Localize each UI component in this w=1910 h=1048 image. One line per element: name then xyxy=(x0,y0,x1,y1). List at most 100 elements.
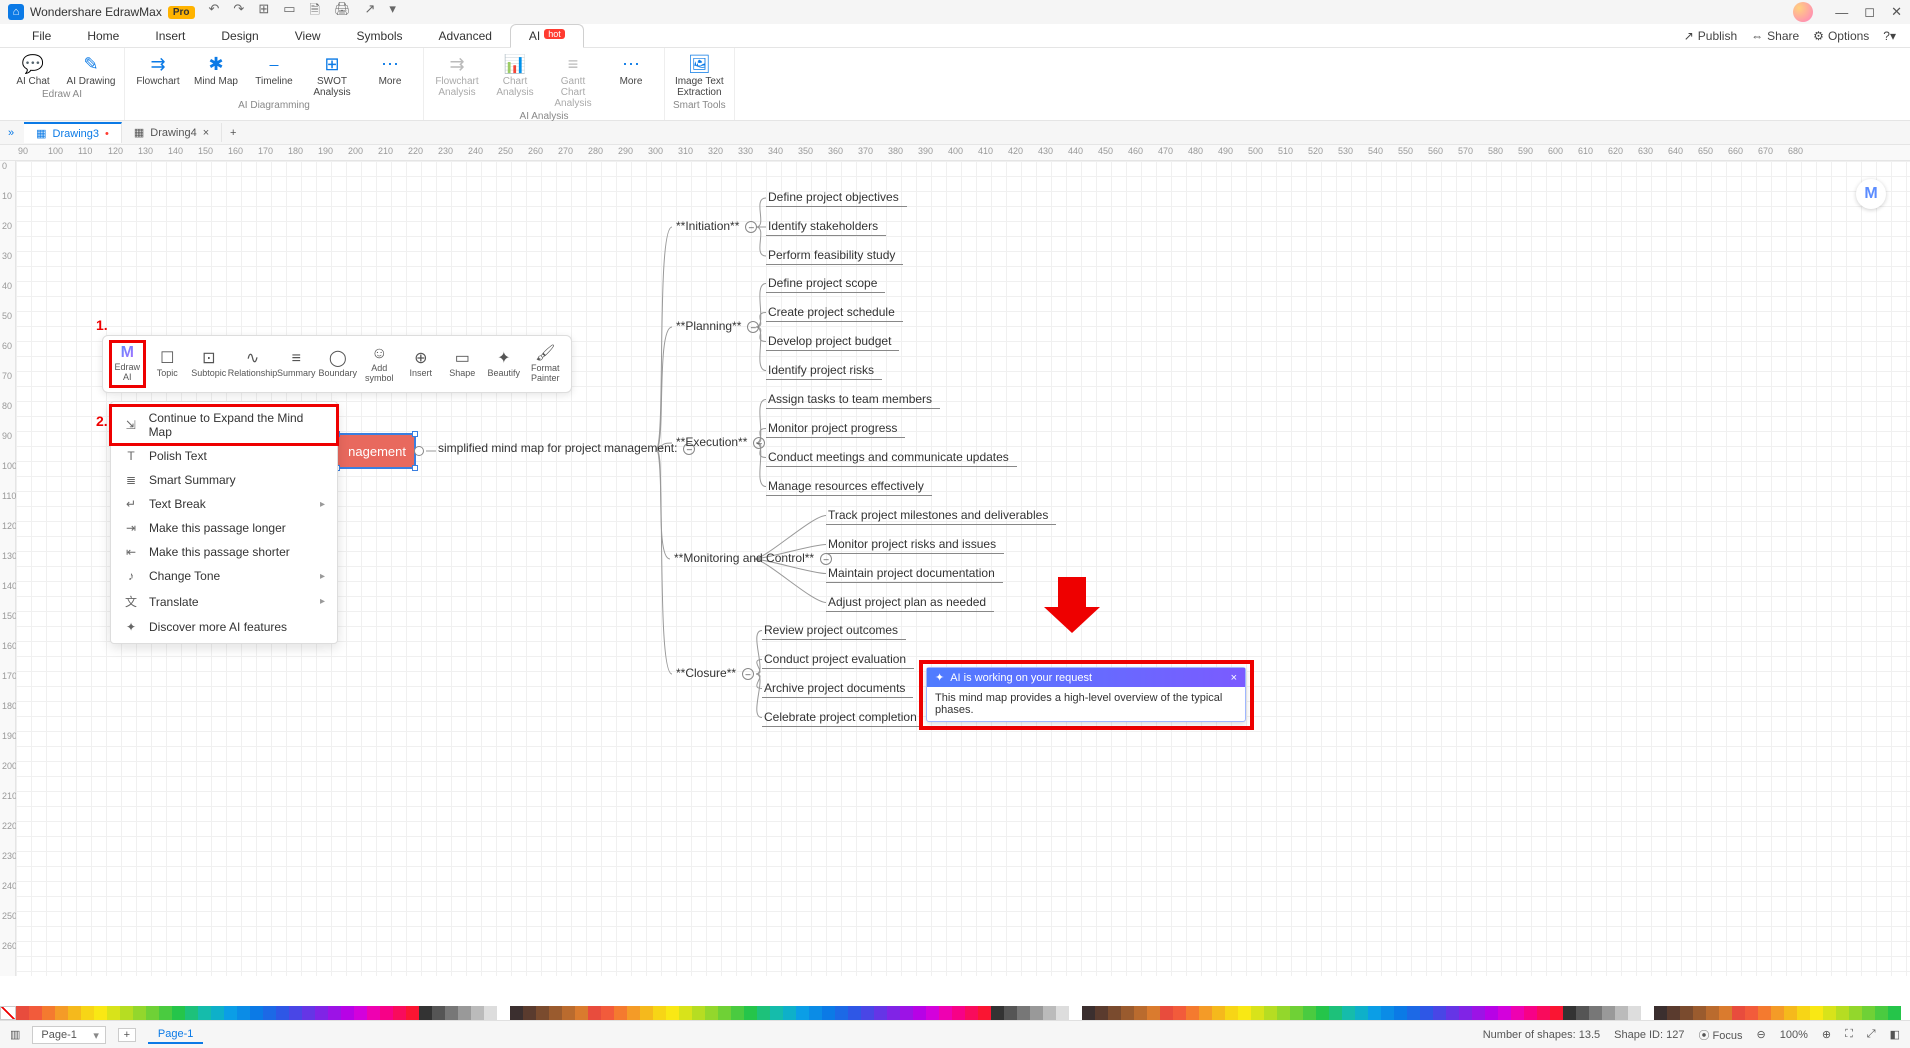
color-swatch[interactable] xyxy=(575,1006,588,1020)
color-swatch[interactable] xyxy=(1303,1006,1316,1020)
color-swatch[interactable] xyxy=(146,1006,159,1020)
color-swatch[interactable] xyxy=(445,1006,458,1020)
page-tab[interactable]: Page-1 xyxy=(148,1026,203,1044)
color-swatch[interactable] xyxy=(653,1006,666,1020)
ai-assistant-button[interactable]: M xyxy=(1856,179,1886,209)
options-button[interactable]: ⚙ Options xyxy=(1813,29,1869,43)
toolbar-beautify[interactable]: ✦Beautify xyxy=(484,349,524,379)
leaf-3-3[interactable]: Adjust project plan as needed xyxy=(828,595,986,609)
user-avatar[interactable] xyxy=(1793,2,1813,22)
ctx-make-longer[interactable]: ⇥Make this passage longer xyxy=(111,516,337,540)
color-swatch[interactable] xyxy=(341,1006,354,1020)
ctx-smart-summary[interactable]: ≣Smart Summary xyxy=(111,468,337,492)
color-swatch[interactable] xyxy=(1784,1006,1797,1020)
zoom-in-icon[interactable]: ⊕ xyxy=(1822,1028,1831,1041)
color-swatch[interactable] xyxy=(328,1006,341,1020)
ribbon-mind-map[interactable]: ✱Mind Map xyxy=(191,52,241,98)
color-swatch[interactable] xyxy=(16,1006,29,1020)
color-swatch[interactable] xyxy=(315,1006,328,1020)
color-swatch[interactable] xyxy=(1680,1006,1693,1020)
color-swatch[interactable] xyxy=(1537,1006,1550,1020)
color-swatch[interactable] xyxy=(471,1006,484,1020)
color-swatch[interactable] xyxy=(1849,1006,1862,1020)
color-swatch[interactable] xyxy=(1628,1006,1641,1020)
color-swatch[interactable] xyxy=(1043,1006,1056,1020)
color-swatch[interactable] xyxy=(367,1006,380,1020)
ribbon-chart-analysis[interactable]: 📊Chart Analysis xyxy=(490,52,540,109)
color-swatch[interactable] xyxy=(354,1006,367,1020)
color-swatch[interactable] xyxy=(81,1006,94,1020)
menu-insert[interactable]: Insert xyxy=(137,25,203,47)
collapse-icon[interactable]: – xyxy=(820,553,832,565)
color-swatch[interactable] xyxy=(887,1006,900,1020)
leaf-0-2[interactable]: Perform feasibility study xyxy=(768,248,895,262)
color-swatch[interactable] xyxy=(1108,1006,1121,1020)
color-swatch[interactable] xyxy=(406,1006,419,1020)
color-swatch[interactable] xyxy=(757,1006,770,1020)
collapse-icon[interactable]: – xyxy=(753,437,765,449)
color-swatch[interactable] xyxy=(1797,1006,1810,1020)
branch-0[interactable]: **Initiation**– xyxy=(676,219,757,233)
color-swatch[interactable] xyxy=(1173,1006,1186,1020)
color-swatch[interactable] xyxy=(835,1006,848,1020)
color-swatch[interactable] xyxy=(1420,1006,1433,1020)
color-swatch[interactable] xyxy=(523,1006,536,1020)
toolbar-edraw-ai[interactable]: MEdraw AI xyxy=(109,340,146,388)
color-swatch[interactable] xyxy=(1693,1006,1706,1020)
color-swatch[interactable] xyxy=(1745,1006,1758,1020)
color-swatch[interactable] xyxy=(1550,1006,1563,1020)
share-button[interactable]: ⇔ Share xyxy=(1751,29,1799,43)
menu-advanced[interactable]: Advanced xyxy=(421,25,510,47)
minimize-icon[interactable]: — xyxy=(1835,5,1848,20)
leaf-4-2[interactable]: Archive project documents xyxy=(764,681,905,695)
color-swatch[interactable] xyxy=(1758,1006,1771,1020)
color-swatch[interactable] xyxy=(120,1006,133,1020)
color-swatch[interactable] xyxy=(588,1006,601,1020)
menu-view[interactable]: View xyxy=(277,25,339,47)
focus-mode-button[interactable]: ⦿ Focus xyxy=(1698,1027,1742,1043)
color-swatch[interactable] xyxy=(1823,1006,1836,1020)
help-icon[interactable]: ?▾ xyxy=(1883,29,1896,43)
leaf-3-1[interactable]: Monitor project risks and issues xyxy=(828,537,996,551)
color-swatch[interactable] xyxy=(1524,1006,1537,1020)
color-swatch[interactable] xyxy=(68,1006,81,1020)
toolbar-insert[interactable]: ⊕Insert xyxy=(401,349,441,379)
export-icon[interactable]: ↗ xyxy=(365,1,376,23)
color-swatch[interactable] xyxy=(393,1006,406,1020)
mindmap-root-node[interactable]: nagement xyxy=(336,433,416,469)
ctx-make-shorter[interactable]: ⇤Make this passage shorter xyxy=(111,540,337,564)
color-swatch[interactable] xyxy=(1342,1006,1355,1020)
leaf-2-3[interactable]: Manage resources effectively xyxy=(768,479,924,493)
color-swatch[interactable] xyxy=(1511,1006,1524,1020)
color-swatch[interactable] xyxy=(718,1006,731,1020)
panels-icon[interactable]: ◧ xyxy=(1890,1028,1900,1041)
redo-icon[interactable]: ↷ xyxy=(233,1,244,23)
color-swatch[interactable] xyxy=(497,1006,510,1020)
color-swatch[interactable] xyxy=(640,1006,653,1020)
leaf-4-3[interactable]: Celebrate project completion xyxy=(764,710,917,724)
color-swatch[interactable] xyxy=(276,1006,289,1020)
ribbon-timeline[interactable]: ⎯Timeline xyxy=(249,52,299,98)
branch-1[interactable]: **Planning**– xyxy=(676,319,759,333)
color-swatch[interactable] xyxy=(861,1006,874,1020)
color-swatch[interactable] xyxy=(458,1006,471,1020)
color-swatch[interactable] xyxy=(692,1006,705,1020)
color-swatch[interactable] xyxy=(107,1006,120,1020)
color-swatch[interactable] xyxy=(263,1006,276,1020)
color-swatch[interactable] xyxy=(627,1006,640,1020)
color-swatch[interactable] xyxy=(822,1006,835,1020)
color-swatch[interactable] xyxy=(55,1006,68,1020)
color-swatch[interactable] xyxy=(1615,1006,1628,1020)
color-swatch[interactable] xyxy=(536,1006,549,1020)
color-swatch[interactable] xyxy=(1602,1006,1615,1020)
collapse-icon[interactable]: – xyxy=(745,221,757,233)
save-icon[interactable]: 🗎 xyxy=(310,1,320,23)
color-swatch[interactable] xyxy=(1875,1006,1888,1020)
fullscreen-icon[interactable]: ⤢ xyxy=(1867,1028,1876,1041)
color-swatch[interactable] xyxy=(1459,1006,1472,1020)
leaf-1-2[interactable]: Develop project budget xyxy=(768,334,891,348)
color-swatch[interactable] xyxy=(1264,1006,1277,1020)
color-swatch[interactable] xyxy=(1147,1006,1160,1020)
menu-design[interactable]: Design xyxy=(203,25,276,47)
ribbon-ai-chat[interactable]: 💬AI Chat xyxy=(8,52,58,87)
